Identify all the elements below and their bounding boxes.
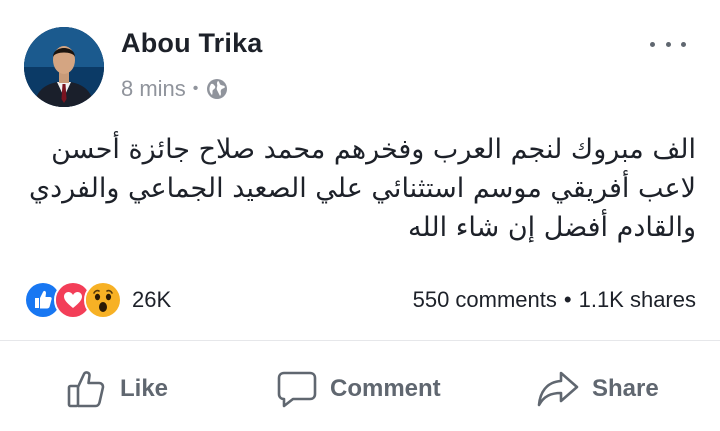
engagement-counts: 550 comments • 1.1K shares: [413, 284, 696, 316]
comment-button[interactable]: Comment: [276, 360, 441, 418]
post-text: الف مبروك لنجم العرب وفخرهم محمد صلاح جا…: [28, 130, 696, 247]
avatar[interactable]: [24, 27, 104, 107]
divider: [0, 340, 720, 341]
action-bar: Like Comment Share: [0, 360, 720, 418]
more-dot: [650, 41, 655, 47]
counts-separator: •: [563, 287, 572, 312]
share-button[interactable]: Share: [536, 360, 659, 418]
globe-icon[interactable]: [205, 77, 229, 101]
like-label: Like: [120, 375, 169, 402]
post-text-line: الف مبروك لنجم العرب وفخرهم محمد صلاح جا…: [51, 134, 696, 165]
post-meta: 8 mins •: [121, 74, 229, 104]
comment-icon: [277, 371, 317, 408]
wow-reaction-icon: [84, 281, 122, 319]
post-text-line: لاعب أفريقي موسم استثنائي علي الصعيد الج…: [28, 173, 696, 204]
author-name[interactable]: Abou Trika: [121, 28, 263, 59]
thumbs-up-icon: [67, 371, 105, 408]
comments-count[interactable]: 550 comments: [413, 287, 557, 313]
share-label: Share: [592, 375, 659, 402]
post-text-line: والقادم أفضل إن شاء الله: [407, 212, 696, 243]
comment-label: Comment: [330, 375, 441, 402]
shares-count[interactable]: 1.1K shares: [579, 287, 696, 313]
more-dot: [681, 41, 686, 47]
more-options-icon[interactable]: [650, 34, 686, 54]
reaction-count: 26K: [132, 287, 172, 312]
timestamp[interactable]: 8 mins: [121, 76, 186, 102]
share-icon: [537, 371, 579, 407]
more-dot: [665, 41, 671, 47]
facebook-post: Abou Trika 8 mins • الف مبروك لنجم العرب…: [0, 0, 720, 431]
reactions-summary[interactable]: 26K: [24, 281, 172, 319]
like-button[interactable]: Like: [66, 360, 168, 418]
meta-separator: •: [192, 80, 199, 97]
